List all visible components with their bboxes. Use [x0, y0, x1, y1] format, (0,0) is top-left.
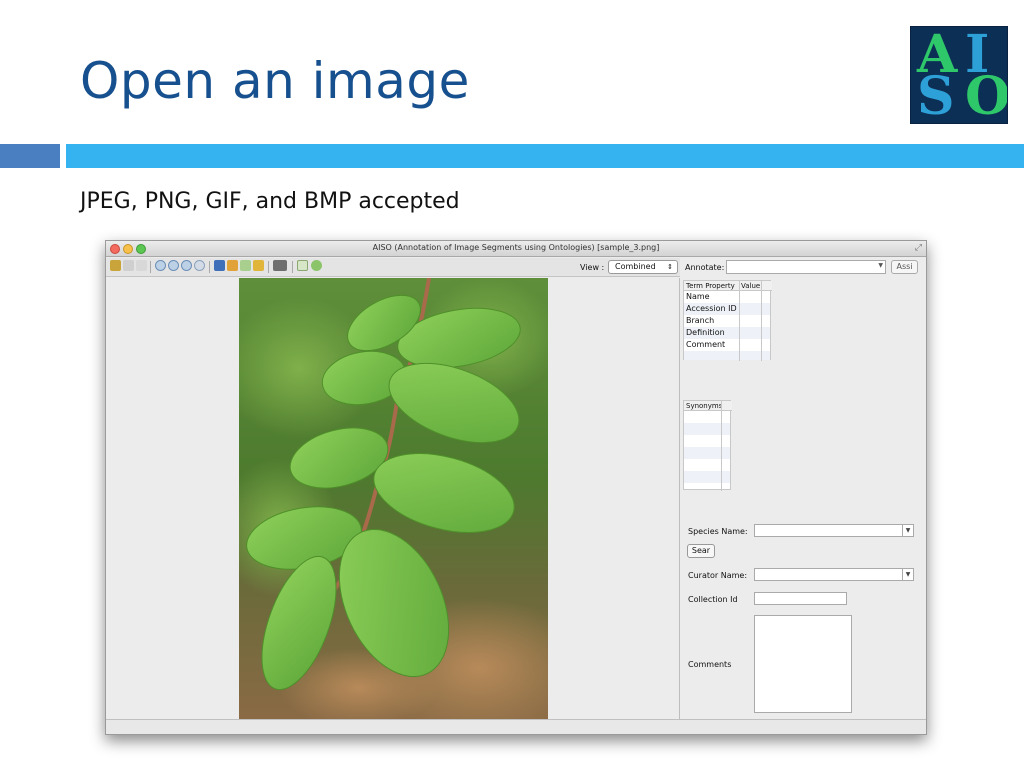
collection-id-input[interactable] [754, 592, 847, 605]
dropdown-arrow-icon[interactable]: ▼ [902, 569, 913, 580]
zoom-out-icon[interactable] [168, 260, 179, 271]
column-divider [721, 401, 722, 491]
toolbar: View : Combined ⇕ [106, 258, 680, 277]
synonyms-header: Synonyms [684, 401, 732, 411]
lock-icon[interactable] [110, 260, 121, 271]
status-bar [106, 719, 926, 734]
comments-textarea[interactable] [754, 615, 852, 713]
species-name-combo[interactable]: ▼ [754, 524, 914, 537]
toolbar-separator [292, 261, 293, 273]
annotation-panel: Annotate: ▼ Assi Term Property Value Nam… [681, 258, 926, 719]
curator-name-combo[interactable]: ▼ [754, 568, 914, 581]
collection-id-label: Collection Id [688, 595, 738, 604]
zoom-actual-icon[interactable] [194, 260, 205, 271]
dropdown-arrow-icon[interactable]: ▼ [902, 525, 913, 536]
redo-icon[interactable] [240, 260, 251, 271]
accent-band-left [0, 144, 60, 168]
table-row[interactable]: Branch [684, 315, 770, 327]
image-canvas-panel[interactable] [106, 278, 680, 719]
logo-letter-s: S [917, 66, 955, 124]
table-row[interactable] [684, 411, 730, 423]
leaf-icon[interactable] [311, 260, 322, 271]
dropdown-arrow-icon: ▼ [878, 262, 883, 269]
aiso-logo: A I S O [910, 26, 1008, 124]
view-select-value: Combined [615, 262, 656, 271]
value-header: Value [741, 282, 761, 290]
comments-label: Comments [688, 660, 732, 669]
assign-button[interactable]: Assi [891, 260, 918, 274]
undo-icon[interactable] [227, 260, 238, 271]
term-property-header: Term Property [686, 282, 735, 290]
aiso-app-window: AISO (Annotation of Image Segments using… [105, 240, 927, 735]
pen-icon[interactable] [273, 260, 287, 271]
table-row[interactable] [684, 435, 730, 447]
logo-letter-o: O [965, 66, 1008, 124]
annotate-label: Annotate: [685, 263, 725, 272]
table-row[interactable] [684, 483, 730, 490]
view-label: View : [580, 263, 605, 272]
toolbar-separator [268, 261, 269, 273]
select-icon[interactable] [297, 260, 308, 271]
paste-icon[interactable] [136, 260, 147, 271]
table-row[interactable] [684, 459, 730, 471]
table-row[interactable] [684, 471, 730, 483]
table-row[interactable]: Definition [684, 327, 770, 339]
column-divider [739, 281, 740, 361]
column-divider [761, 281, 762, 361]
table-row[interactable] [684, 423, 730, 435]
table-row[interactable] [684, 447, 730, 459]
curator-name-label: Curator Name: [688, 571, 748, 580]
species-name-label: Species Name: [688, 527, 748, 536]
zoom-in-icon[interactable] [155, 260, 166, 271]
brush-icon[interactable] [253, 260, 264, 271]
updown-arrow-icon: ⇕ [667, 263, 673, 271]
toolbar-separator [209, 261, 210, 273]
view-select[interactable]: Combined ⇕ [608, 260, 678, 274]
accent-band-right [66, 144, 1024, 168]
slide-title: Open an image [80, 52, 470, 110]
table-row[interactable] [684, 351, 770, 360]
slide-subtitle: JPEG, PNG, GIF, and BMP accepted [80, 189, 460, 214]
leaf-photo[interactable] [239, 278, 548, 719]
synonyms-table[interactable]: Synonyms [683, 400, 732, 491]
toolbar-separator [150, 261, 151, 273]
search-button[interactable]: Sear [687, 544, 715, 558]
window-titlebar[interactable]: AISO (Annotation of Image Segments using… [106, 241, 926, 257]
refresh-icon[interactable] [214, 260, 225, 271]
term-table-header: Term Property Value [684, 281, 772, 291]
table-row[interactable]: Comment [684, 339, 770, 351]
term-property-table[interactable]: Term Property Value Name Accession ID Br… [683, 280, 772, 361]
synonyms-header-label: Synonyms [686, 402, 723, 410]
window-title: AISO (Annotation of Image Segments using… [372, 243, 660, 252]
zoom-fit-icon[interactable] [181, 260, 192, 271]
annotate-combo[interactable]: ▼ [726, 260, 886, 274]
copy-icon[interactable] [123, 260, 134, 271]
fullscreen-icon[interactable]: ⤢ [915, 243, 922, 253]
table-row[interactable]: Accession ID [684, 303, 770, 315]
slide: Open an image A I S O JPEG, PNG, GIF, an… [0, 0, 1024, 768]
table-row[interactable]: Name [684, 291, 770, 303]
